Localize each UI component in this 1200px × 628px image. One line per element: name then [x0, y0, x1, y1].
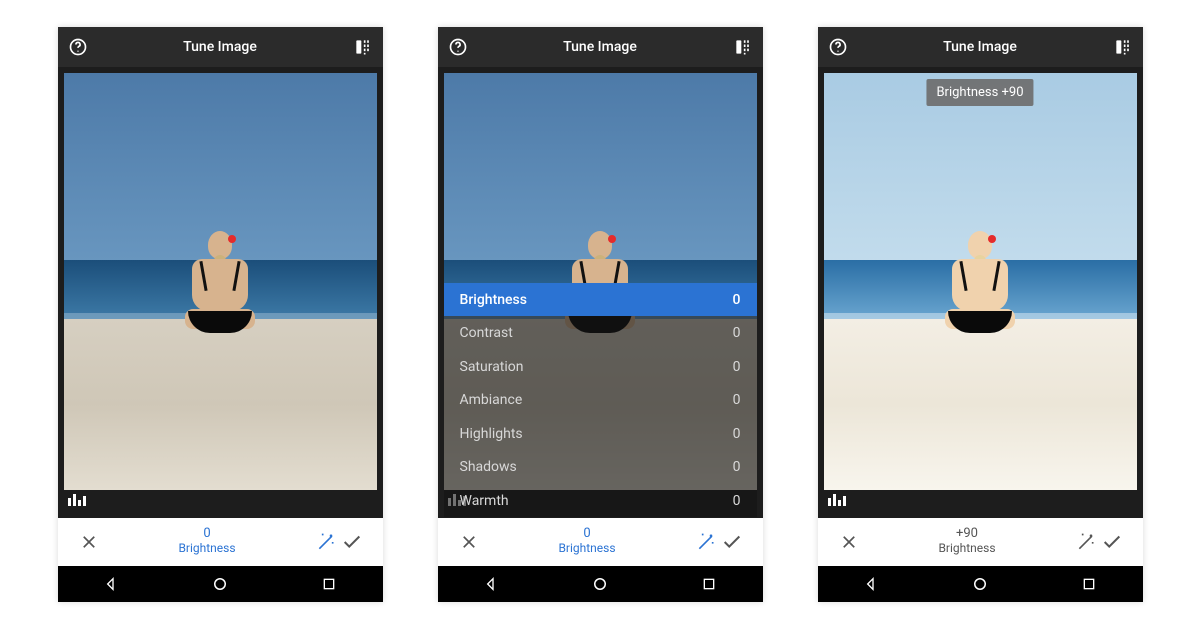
screen-title: Tune Image: [88, 39, 353, 55]
param-value: 0: [733, 493, 741, 509]
phone-screen-1: Tune Image 0 Brightness: [58, 27, 383, 602]
apply-button[interactable]: [1099, 529, 1125, 555]
current-param-display[interactable]: +90 Brightness: [862, 527, 1073, 556]
cancel-button[interactable]: [76, 529, 102, 555]
param-value: 0: [733, 325, 741, 341]
param-row-saturation[interactable]: Saturation 0: [444, 350, 757, 384]
param-row-contrast[interactable]: Contrast 0: [444, 316, 757, 350]
current-param-label: Brightness: [558, 541, 615, 555]
image-canvas[interactable]: Brightness 0 Contrast 0 Saturation 0 Amb…: [438, 67, 763, 518]
apply-button[interactable]: [339, 529, 365, 555]
param-list-overlay[interactable]: Brightness 0 Contrast 0 Saturation 0 Amb…: [444, 283, 757, 518]
action-bar: 0 Brightness: [58, 518, 383, 566]
help-icon[interactable]: [828, 37, 848, 57]
param-label: Contrast: [460, 325, 513, 341]
nav-back-icon[interactable]: [483, 576, 499, 592]
apply-button[interactable]: [719, 529, 745, 555]
cancel-button[interactable]: [836, 529, 862, 555]
param-value: 0: [733, 359, 741, 375]
android-nav-bar: [818, 566, 1143, 602]
param-value: 0: [733, 292, 741, 308]
param-value: 0: [733, 392, 741, 408]
action-bar: 0 Brightness: [438, 518, 763, 566]
nav-back-icon[interactable]: [103, 576, 119, 592]
app-top-bar: Tune Image: [58, 27, 383, 67]
param-value: 0: [733, 426, 741, 442]
nav-home-icon[interactable]: [211, 575, 229, 593]
nav-recent-icon[interactable]: [321, 576, 337, 592]
param-row-highlights[interactable]: Highlights 0: [444, 417, 757, 451]
app-top-bar: Tune Image: [438, 27, 763, 67]
histogram-icon[interactable]: [828, 491, 846, 510]
value-badge: Brightness +90: [926, 79, 1033, 106]
param-label: Ambiance: [460, 392, 523, 408]
app-top-bar: Tune Image: [818, 27, 1143, 67]
current-param-value: 0: [102, 527, 313, 542]
current-param-label: Brightness: [178, 541, 235, 555]
nav-home-icon[interactable]: [591, 575, 609, 593]
image-canvas[interactable]: Brightness +90: [818, 67, 1143, 518]
histogram-icon[interactable]: [68, 491, 86, 510]
image-canvas[interactable]: [58, 67, 383, 518]
phone-screen-3: Tune Image Brightness +90 +90 Brightness: [818, 27, 1143, 602]
param-value: 0: [733, 459, 741, 475]
param-label: Brightness: [460, 292, 527, 308]
param-label: Warmth: [460, 493, 509, 509]
current-param-value: 0: [482, 527, 693, 542]
photo-preview[interactable]: [824, 73, 1137, 490]
cancel-button[interactable]: [456, 529, 482, 555]
auto-adjust-button[interactable]: [693, 529, 719, 555]
param-label: Shadows: [460, 459, 517, 475]
phone-screen-2: Tune Image Brightness 0 Contrast 0 Satur…: [438, 27, 763, 602]
help-icon[interactable]: [448, 37, 468, 57]
auto-adjust-button[interactable]: [1073, 529, 1099, 555]
param-label: Highlights: [460, 426, 523, 442]
nav-home-icon[interactable]: [971, 575, 989, 593]
current-param-display[interactable]: 0 Brightness: [482, 527, 693, 556]
param-row-ambiance[interactable]: Ambiance 0: [444, 383, 757, 417]
auto-adjust-button[interactable]: [313, 529, 339, 555]
android-nav-bar: [58, 566, 383, 602]
param-label: Saturation: [460, 359, 524, 375]
current-param-value: +90: [862, 527, 1073, 542]
compare-icon[interactable]: [353, 37, 373, 57]
param-row-brightness[interactable]: Brightness 0: [444, 283, 757, 317]
current-param-label: Brightness: [938, 541, 995, 555]
compare-icon[interactable]: [733, 37, 753, 57]
param-row-shadows[interactable]: Shadows 0: [444, 450, 757, 484]
param-row-warmth[interactable]: Warmth 0: [444, 484, 757, 518]
android-nav-bar: [438, 566, 763, 602]
photo-preview[interactable]: [64, 73, 377, 490]
compare-icon[interactable]: [1113, 37, 1133, 57]
screen-title: Tune Image: [468, 39, 733, 55]
action-bar: +90 Brightness: [818, 518, 1143, 566]
current-param-display[interactable]: 0 Brightness: [102, 527, 313, 556]
help-icon[interactable]: [68, 37, 88, 57]
nav-back-icon[interactable]: [863, 576, 879, 592]
nav-recent-icon[interactable]: [701, 576, 717, 592]
nav-recent-icon[interactable]: [1081, 576, 1097, 592]
screen-title: Tune Image: [848, 39, 1113, 55]
